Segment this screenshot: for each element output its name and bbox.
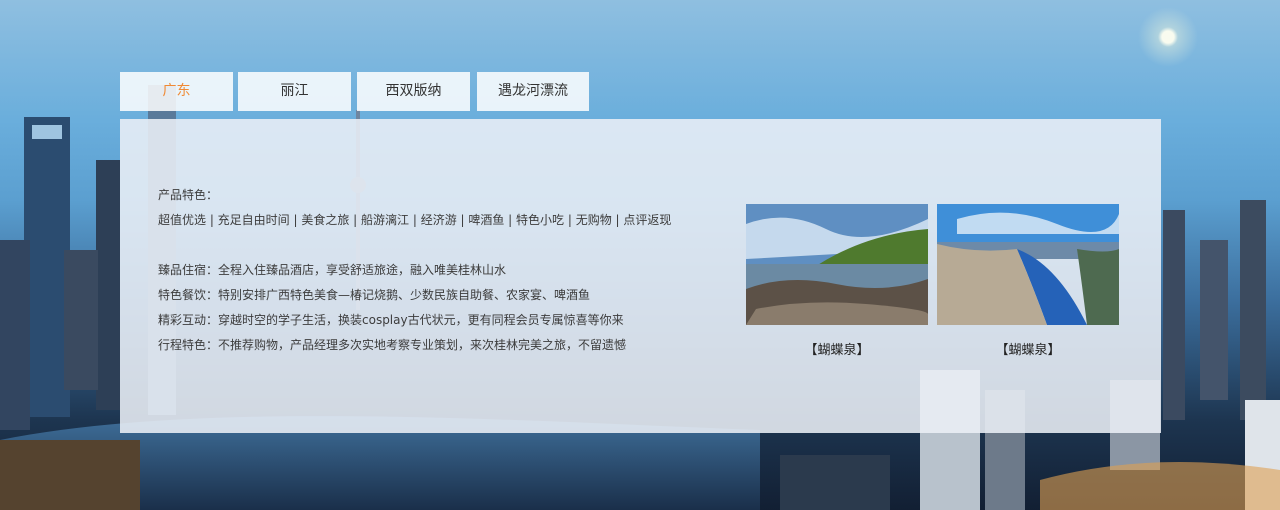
tour-detail-panel: 产品特色： 超值优选 | 充足自由时间 | 美食之旅 | 船游漓江 | 经济游 …	[120, 119, 1161, 433]
activities-text: 精彩互动：穿越时空的学子生活，换装cosplay古代状元，更有同程会员专属惊喜等…	[158, 313, 624, 327]
accommodation-text: 臻品住宿：全程入住臻品酒店，享受舒适旅途，融入唯美桂林山水	[158, 263, 507, 277]
tab-lijiang[interactable]: 丽江	[238, 72, 351, 111]
coast-rocks-photo[interactable]	[746, 204, 928, 325]
fjord-photo[interactable]	[937, 204, 1119, 325]
photo-caption: 【蝴蝶泉】	[804, 343, 870, 358]
tab-yulong-river-rafting[interactable]: 遇龙河漂流	[477, 72, 589, 111]
features-tags: 超值优选 | 充足自由时间 | 美食之旅 | 船游漓江 | 经济游 | 啤酒鱼 …	[158, 213, 672, 227]
dining-text: 特色餐饮：特别安排广西特色美食—椿记烧鹅、少数民族自助餐、农家宴、啤酒鱼	[158, 288, 591, 302]
photo-caption: 【蝴蝶泉】	[995, 343, 1061, 358]
features-title: 产品特色：	[158, 188, 219, 202]
itinerary-text: 行程特色：不推荐购物，产品经理多次实地考察专业策划，来次桂林完美之旅，不留遗憾	[158, 338, 627, 352]
tab-guangdong[interactable]: 广东	[120, 72, 233, 111]
tab-xishuangbanna[interactable]: 西双版纳	[357, 72, 470, 111]
tour-description: 产品特色： 超值优选 | 充足自由时间 | 美食之旅 | 船游漓江 | 经济游 …	[158, 187, 671, 362]
